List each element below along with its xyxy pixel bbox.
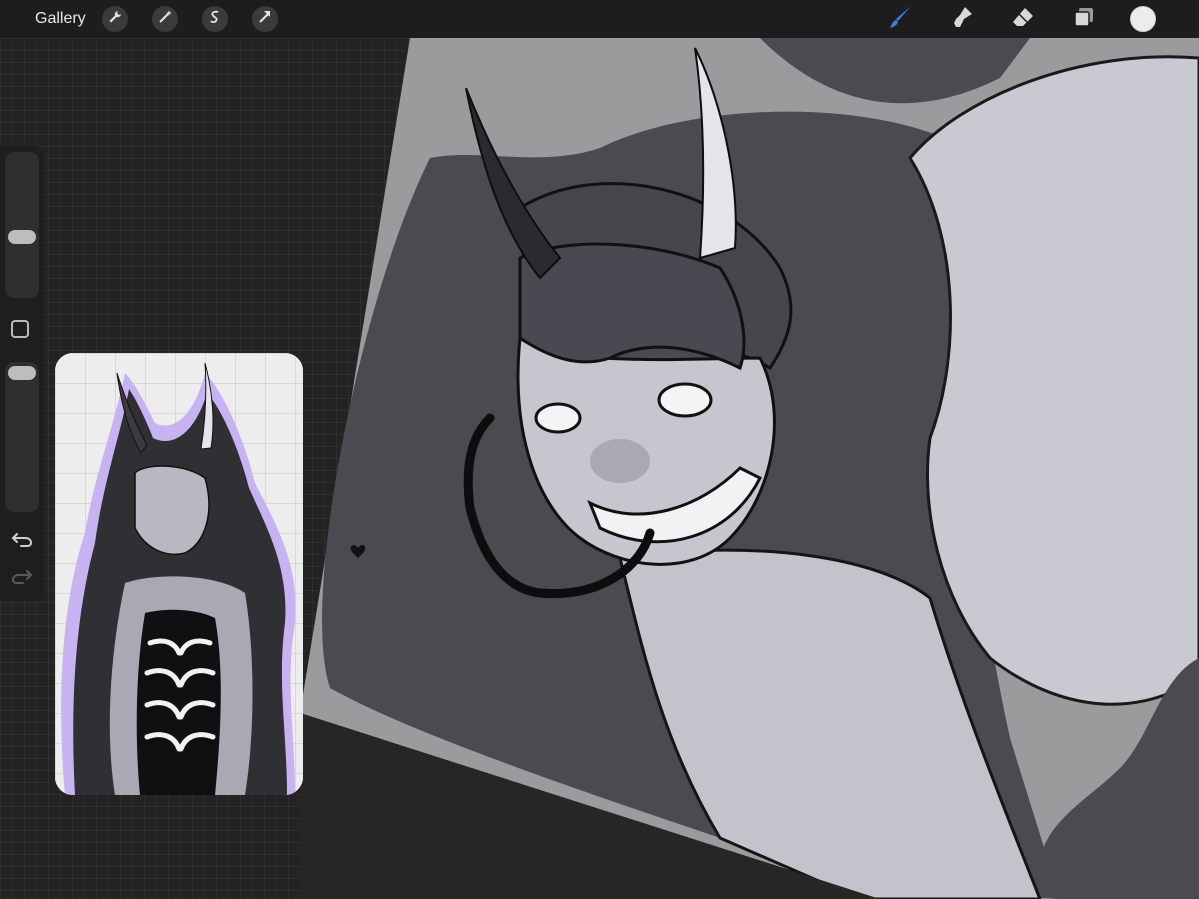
redo-button[interactable] bbox=[10, 566, 34, 590]
wrench-icon bbox=[107, 9, 123, 30]
eye-right bbox=[657, 382, 713, 418]
gallery-button[interactable]: Gallery bbox=[35, 10, 86, 28]
smudge-icon bbox=[950, 5, 974, 34]
redo-icon bbox=[11, 567, 33, 590]
transform-button[interactable] bbox=[251, 6, 278, 32]
smudge-button[interactable] bbox=[947, 4, 977, 34]
layers-icon bbox=[1072, 5, 1096, 34]
undo-icon bbox=[11, 530, 33, 553]
reference-artwork bbox=[55, 353, 303, 795]
selection-icon bbox=[207, 9, 223, 30]
magic-wand-icon bbox=[157, 9, 173, 30]
brush-size-thumb[interactable] bbox=[8, 230, 36, 244]
transform-arrow-icon bbox=[257, 9, 273, 30]
actions-button[interactable] bbox=[101, 6, 128, 32]
selection-button[interactable] bbox=[201, 6, 228, 32]
opacity-thumb[interactable] bbox=[8, 366, 36, 380]
nose-shade bbox=[590, 439, 650, 483]
eraser-icon bbox=[1011, 5, 1035, 34]
character-face bbox=[134, 465, 210, 555]
brush-icon bbox=[888, 4, 914, 35]
undo-button[interactable] bbox=[10, 529, 34, 553]
layers-button[interactable] bbox=[1069, 4, 1099, 34]
modify-button[interactable] bbox=[11, 320, 29, 338]
brush-button[interactable] bbox=[886, 4, 916, 34]
opacity-slider[interactable] bbox=[5, 362, 39, 512]
eye-left bbox=[534, 402, 582, 434]
brush-size-slider[interactable] bbox=[5, 152, 39, 298]
adjustments-button[interactable] bbox=[151, 6, 178, 32]
eraser-button[interactable] bbox=[1008, 4, 1038, 34]
side-controls bbox=[0, 146, 44, 601]
reference-image-window[interactable] bbox=[55, 353, 303, 795]
top-toolbar: Gallery bbox=[0, 0, 1199, 38]
color-picker-button[interactable] bbox=[1130, 6, 1156, 32]
painting-tools bbox=[886, 0, 1199, 38]
